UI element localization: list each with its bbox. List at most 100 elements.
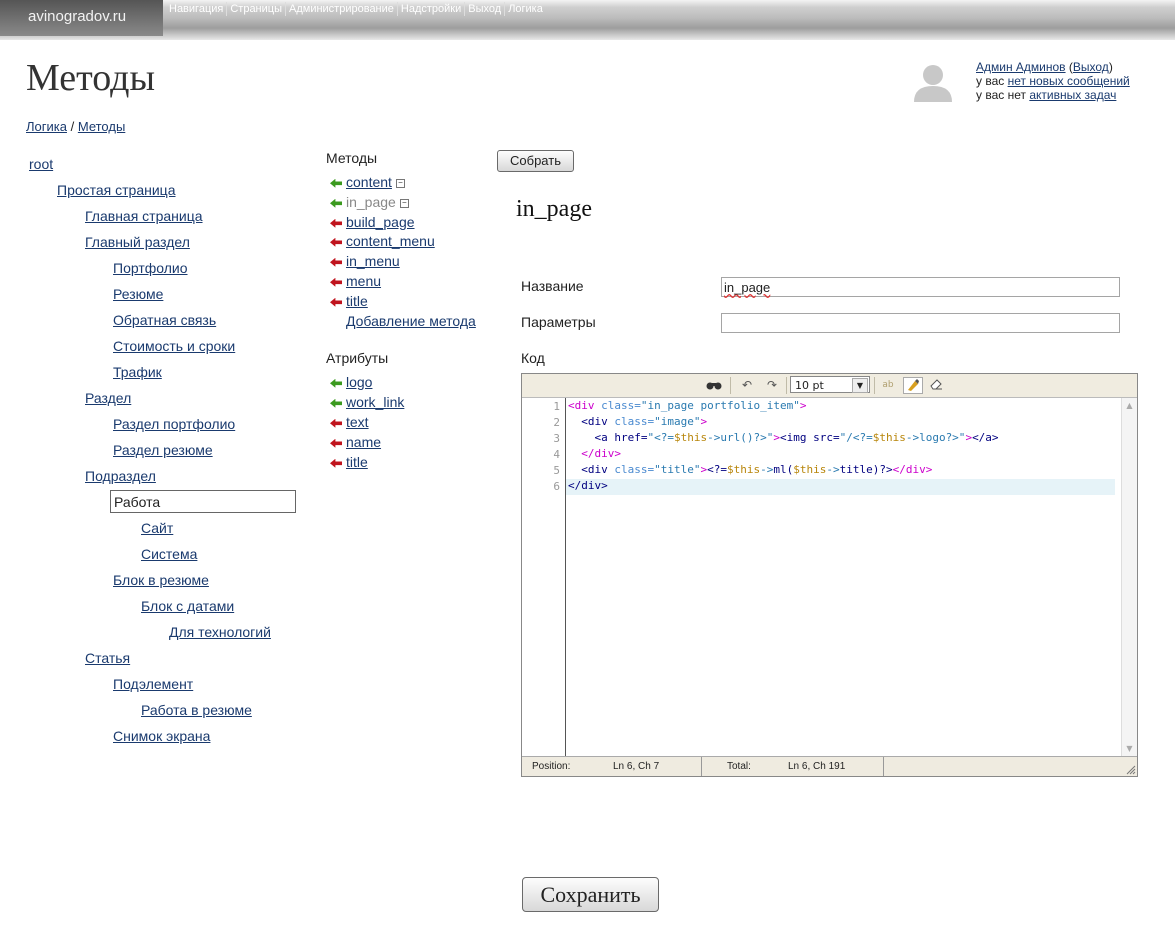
line-number: 2 [553, 416, 560, 429]
method-link-active[interactable]: in_page [346, 194, 396, 210]
topnav-item-admin[interactable]: Администрирование [286, 2, 398, 16]
code-token: </a> [972, 431, 999, 444]
save-button[interactable]: Сохранить [522, 877, 659, 912]
tree-item[interactable]: Для технологий [169, 624, 271, 640]
messages-prefix: у вас [976, 74, 1005, 88]
site-logo[interactable]: avinogradov.ru [0, 0, 163, 36]
topnav-item-addons[interactable]: Надстройки [398, 2, 466, 16]
eraser-icon[interactable] [927, 377, 945, 393]
code-token: <div [581, 463, 615, 476]
tree-item[interactable]: Сайт [141, 520, 173, 536]
tasks-link[interactable]: активных задач [1029, 88, 1116, 102]
topnav-item-pages[interactable]: Страницы [227, 2, 286, 16]
user-name-link[interactable]: Админ Админов [976, 60, 1066, 74]
method-link[interactable]: content [346, 174, 392, 190]
scroll-down-icon[interactable]: ▼ [1124, 743, 1135, 754]
code-token: </div> [892, 463, 933, 476]
code-token: $this [673, 431, 708, 444]
code-token: ->logo?>" [905, 431, 966, 444]
status-divider [701, 757, 702, 776]
tree-item[interactable]: Снимок экрана [113, 728, 210, 744]
avatar-icon [914, 65, 952, 102]
editor-toolbar: ↶ ↷ 10 pt ▼ ab [522, 374, 1137, 398]
attribute-item: logo [330, 374, 372, 392]
tree-item[interactable]: Статья [85, 650, 130, 666]
redo-icon[interactable]: ↷ [763, 377, 781, 393]
tree-item[interactable]: Раздел портфолио [113, 416, 235, 432]
tree-item[interactable]: Раздел [85, 390, 131, 406]
topnav-item-exit[interactable]: Выход [465, 2, 506, 16]
tree-item-selected[interactable]: Работа [110, 490, 296, 513]
font-size-select[interactable]: 10 pt ▼ [790, 376, 870, 393]
green-arrow-icon [330, 198, 342, 208]
tree-item[interactable]: Блок с датами [141, 598, 234, 614]
editor-scrollbar[interactable]: ▲ ▼ [1121, 398, 1137, 756]
tree-item[interactable]: Раздел резюме [113, 442, 213, 458]
method-link[interactable]: content_menu [346, 233, 435, 249]
resize-grip-icon[interactable] [1126, 765, 1136, 775]
attribute-link[interactable]: title [346, 454, 368, 470]
search-icon[interactable] [705, 377, 723, 393]
add-method-link[interactable]: Добавление метода [346, 313, 476, 329]
red-arrow-icon [330, 218, 342, 228]
tree-item[interactable]: Резюме [113, 286, 163, 302]
messages-link[interactable]: нет новых сообщений [1008, 74, 1130, 88]
line-numbers: 1 2 3 4 5 6 [522, 398, 566, 756]
tree-item[interactable]: Портфолио [113, 260, 188, 276]
attribute-link[interactable]: logo [346, 374, 372, 390]
attribute-link[interactable]: work_link [346, 394, 404, 410]
attribute-item: name [330, 434, 381, 452]
tree-item[interactable]: Подраздел [85, 468, 156, 484]
code-line: </div> [568, 479, 608, 492]
tree-item[interactable]: Главный раздел [85, 234, 190, 250]
params-field[interactable] [721, 313, 1120, 333]
code-token: "in_page portfolio_item" [640, 399, 800, 412]
code-token: <div [581, 415, 615, 428]
breadcrumb: Логика / Методы [26, 119, 125, 134]
attribute-link[interactable]: name [346, 434, 381, 450]
code-token: <?= [707, 463, 727, 476]
status-position-label: Position: [532, 761, 571, 772]
site-name[interactable]: avinogradov.ru [28, 8, 126, 25]
breadcrumb-methods[interactable]: Методы [78, 119, 125, 134]
attributes-heading: Атрибуты [326, 350, 389, 366]
tree-item[interactable]: Стоимость и сроки [113, 338, 235, 354]
tree-item[interactable]: Обратная связь [113, 312, 216, 328]
code-line: <a href="<?=$this->url()?>"><img src="/<… [568, 431, 999, 444]
tree-item[interactable]: Система [141, 546, 197, 562]
tree-item[interactable]: Трафик [113, 364, 162, 380]
attribute-link[interactable]: text [346, 414, 369, 430]
red-arrow-icon [330, 297, 342, 307]
method-link[interactable]: menu [346, 273, 381, 289]
method-link[interactable]: in_menu [346, 253, 400, 269]
logout-link[interactable]: Выход [1073, 60, 1109, 74]
highlight-icon[interactable] [903, 377, 923, 394]
tree-item[interactable]: Блок в резюме [113, 572, 209, 588]
name-label: Название [521, 278, 584, 294]
method-link[interactable]: title [346, 293, 368, 309]
build-button[interactable]: Собрать [497, 150, 574, 172]
tree-item[interactable]: Главная страница [85, 208, 203, 224]
tree-item[interactable]: Подэлемент [113, 676, 193, 692]
method-link[interactable]: build_page [346, 214, 415, 230]
tree-item[interactable]: root [29, 156, 53, 172]
collapse-icon[interactable]: − [399, 198, 409, 208]
top-bar: avinogradov.ru Навигация Страницы Админи… [0, 0, 1175, 40]
toolbar-separator [786, 377, 787, 394]
tree-item[interactable]: Работа в резюме [141, 702, 252, 718]
topnav-item-navigation[interactable]: Навигация [166, 2, 228, 16]
red-arrow-icon [330, 257, 342, 267]
code-token: > [799, 399, 807, 412]
collapse-icon[interactable]: − [395, 178, 405, 188]
undo-icon[interactable]: ↶ [738, 377, 756, 393]
tree-item[interactable]: Простая страница [57, 182, 176, 198]
spellcheck-icon[interactable]: ab [879, 377, 897, 393]
code-editor: ↶ ↷ 10 pt ▼ ab 1 2 3 4 5 6 <div class="in… [521, 373, 1138, 777]
code-line: </div> [568, 447, 621, 460]
code-token: class= [601, 399, 641, 412]
breadcrumb-logic[interactable]: Логика [26, 119, 67, 134]
name-field[interactable]: in_page [721, 277, 1120, 297]
topnav-item-logic[interactable]: Логика [505, 2, 546, 16]
scroll-up-icon[interactable]: ▲ [1124, 400, 1135, 411]
